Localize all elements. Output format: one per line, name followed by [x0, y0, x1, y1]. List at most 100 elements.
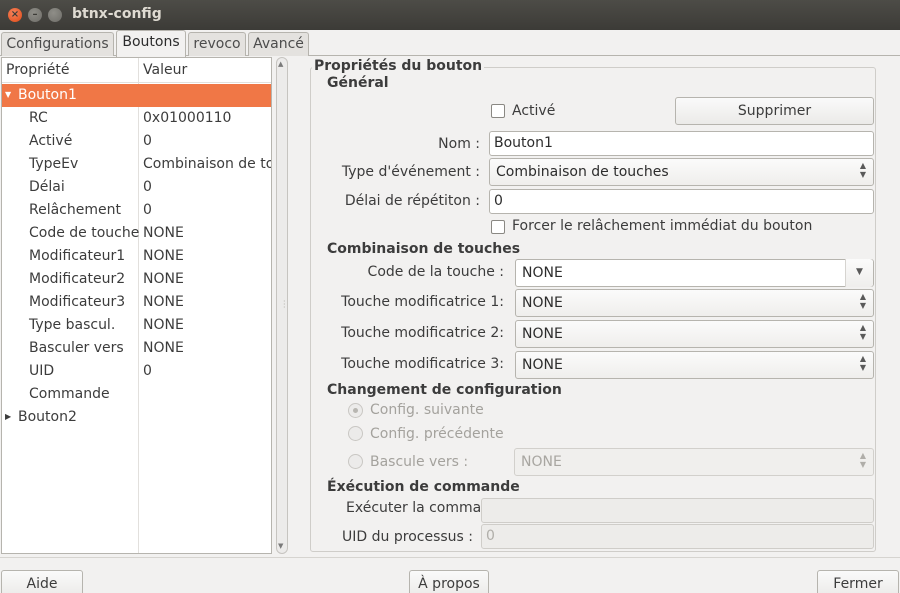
tree-row[interactable]: UID 0 [2, 360, 271, 383]
tree-row-bouton1[interactable]: ▼ Bouton1 [2, 84, 271, 107]
section-keycombo-title: Combinaison de touches [327, 241, 521, 257]
tree-row-property: Délai [29, 179, 65, 195]
modifier2-select[interactable]: NONE ▲ ▼ [515, 320, 874, 348]
tree-row[interactable]: Type bascul. NONE [2, 314, 271, 337]
dropdown-arrow-icon[interactable]: ▼ [845, 259, 873, 287]
tree-row[interactable]: Commande [2, 383, 271, 406]
properties-frame-title: Propriétés du bouton [312, 58, 485, 74]
tree-row-property: Commande [29, 386, 110, 402]
repeat-delay-label: Délai de répétiton : [344, 193, 480, 209]
tree-row-property: Code de touche [29, 225, 140, 241]
keycode-combo[interactable]: NONE ▼ [515, 259, 874, 287]
tree-row-property: Basculer vers [29, 340, 124, 356]
name-input[interactable]: Bouton1 [489, 131, 874, 156]
tree-row-value: NONE [143, 271, 184, 287]
window-maximize-icon[interactable] [48, 8, 62, 22]
window-title: btnx-config [72, 6, 162, 22]
help-button[interactable]: Aide [1, 570, 83, 593]
tree-row-property: Modificateur1 [29, 248, 126, 264]
repeat-delay-input[interactable]: 0 [489, 189, 874, 214]
delete-button[interactable]: Supprimer [675, 97, 874, 125]
tab-bar: Configurations Boutons revoco Avancé [0, 30, 900, 57]
tree-row-property: Relâchement [29, 202, 121, 218]
tree-row-property: TypeEv [29, 156, 79, 172]
prev-config-label[interactable]: Config. précédente [370, 426, 504, 442]
enabled-label[interactable]: Activé [512, 103, 555, 119]
modifier1-select[interactable]: NONE ▲ ▼ [515, 289, 874, 317]
enabled-checkbox[interactable] [491, 104, 505, 118]
section-config-switch-title: Changement de configuration [327, 382, 562, 398]
toggle-to-select[interactable]: NONE ▲ ▼ [514, 448, 874, 476]
window-close-icon[interactable]: × [8, 8, 22, 22]
column-header-value[interactable]: Valeur [143, 62, 187, 78]
scroll-down-icon[interactable]: ▼ [278, 542, 283, 550]
tree-row[interactable]: Relâchement 0 [2, 199, 271, 222]
tree-row-bouton2[interactable]: ▶ Bouton2 [2, 406, 271, 429]
pane-grip-icon[interactable]: · · · [283, 298, 286, 312]
toggle-to-radio[interactable] [348, 454, 363, 469]
tree-row[interactable]: Modificateur2 NONE [2, 268, 271, 291]
tree-row-value: 0 [143, 202, 152, 218]
button-tree[interactable]: Propriété Valeur ▼ Bouton1 RC 0x01000110… [1, 57, 272, 554]
force-release-label[interactable]: Forcer le relâchement immédiat du bouton [512, 218, 812, 234]
tree-row-property: UID [29, 363, 55, 379]
tree-scrollbar[interactable]: ▲ ▼ [275, 57, 288, 554]
process-uid-input[interactable]: 0 [481, 524, 874, 549]
modifier2-value: NONE [522, 326, 563, 342]
modifier2-label: Touche modificatrice 2: [341, 325, 504, 341]
modifier3-value: NONE [522, 357, 563, 373]
tree-row-property: RC [29, 110, 48, 126]
about-button[interactable]: À propos [409, 570, 489, 593]
tree-row-value: NONE [143, 248, 184, 264]
next-config-label[interactable]: Config. suivante [370, 402, 484, 418]
window-minimize-icon[interactable]: – [28, 8, 42, 22]
tree-row[interactable]: Modificateur3 NONE [2, 291, 271, 314]
tab-boutons[interactable]: Boutons [116, 30, 186, 57]
scroll-up-icon[interactable]: ▲ [278, 60, 283, 68]
tree-row-property: Modificateur2 [29, 271, 126, 287]
process-uid-label: UID du processus : [342, 529, 473, 545]
tree-row-property: Activé [29, 133, 73, 149]
exec-command-label-clip: Exécuter la commande : [346, 500, 480, 520]
close-button[interactable]: Fermer [817, 570, 899, 593]
tree-row-value: NONE [143, 225, 184, 241]
tree-row-value: Combinaison de touches [143, 156, 271, 172]
expanded-arrow-icon[interactable]: ▼ [5, 84, 11, 106]
spin-arrows-icon: ▲ ▼ [859, 292, 866, 310]
collapsed-arrow-icon[interactable]: ▶ [5, 406, 11, 428]
tree-row[interactable]: RC 0x01000110 [2, 107, 271, 130]
title-bar: × – btnx-config [0, 0, 900, 30]
tree-row-value: NONE [143, 317, 184, 333]
tree-row-value: NONE [143, 340, 184, 356]
modifier1-label: Touche modificatrice 1: [341, 294, 504, 310]
column-header-property[interactable]: Propriété [6, 62, 69, 78]
event-type-select[interactable]: Combinaison de touches ▲ ▼ [489, 158, 874, 186]
tree-row-property: Type bascul. [29, 317, 116, 333]
tree-row-property: Bouton2 [18, 409, 77, 425]
spin-arrows-icon: ▲ ▼ [859, 161, 866, 179]
bottom-button-bar: Aide À propos Fermer [0, 557, 900, 593]
tab-revoco[interactable]: revoco [188, 32, 246, 56]
modifier3-select[interactable]: NONE ▲ ▼ [515, 351, 874, 379]
tree-row[interactable]: TypeEv Combinaison de touches [2, 153, 271, 176]
tree-row[interactable]: Code de touche NONE [2, 222, 271, 245]
spin-arrows-icon: ▲ ▼ [859, 451, 866, 469]
properties-panel: Propriétés du bouton Général Activé Supp… [290, 57, 900, 554]
tree-row[interactable]: Délai 0 [2, 176, 271, 199]
tree-row[interactable]: Modificateur1 NONE [2, 245, 271, 268]
toggle-to-label[interactable]: Bascule vers : [370, 454, 468, 470]
force-release-checkbox[interactable] [491, 220, 505, 234]
modifier1-value: NONE [522, 295, 563, 311]
tree-row[interactable]: Basculer vers NONE [2, 337, 271, 360]
tab-avance[interactable]: Avancé [248, 32, 309, 56]
modifier3-label: Touche modificatrice 3: [341, 356, 504, 372]
keycode-value[interactable]: NONE [522, 265, 563, 281]
prev-config-radio[interactable] [348, 426, 363, 441]
scrollbar-trough[interactable] [276, 57, 288, 554]
tab-configurations[interactable]: Configurations [1, 32, 114, 56]
name-label: Nom : [438, 136, 480, 152]
tree-row[interactable]: Activé 0 [2, 130, 271, 153]
next-config-radio[interactable] [348, 403, 363, 418]
event-type-value: Combinaison de touches [496, 164, 669, 180]
exec-command-input[interactable] [481, 498, 874, 523]
